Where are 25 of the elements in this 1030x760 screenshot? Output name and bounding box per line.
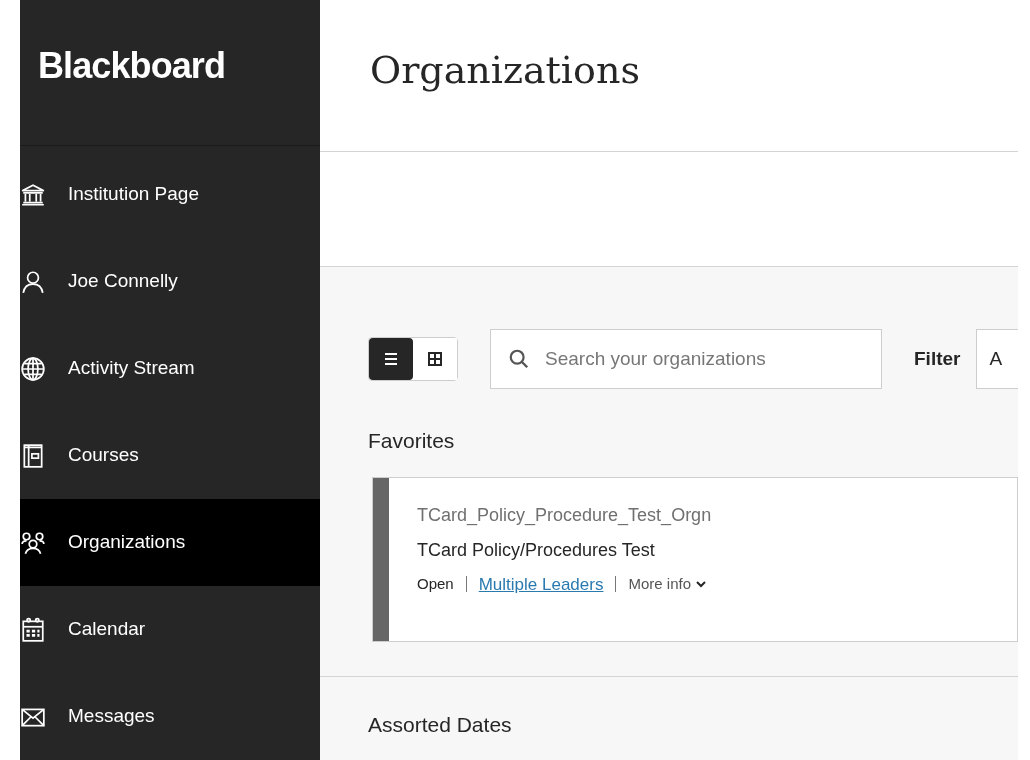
section-heading: Favorites (368, 428, 456, 454)
divider (465, 576, 467, 593)
calendar-icon (20, 616, 46, 643)
organization-id: TCard_Policy_Procedure_Test_Orgn (417, 503, 712, 528)
section-heading: Assorted Dates (368, 711, 513, 738)
more-info-button[interactable]: More info (628, 573, 707, 596)
search-field[interactable]: Search your organizations (490, 329, 882, 389)
status-text: Open (417, 574, 454, 594)
filter-label: Filter (914, 346, 961, 371)
person-icon (20, 268, 46, 295)
book-icon (20, 442, 46, 469)
organization-card[interactable]: TCard_Policy_Procedure_Test_Orgn TCard Policy/Procedures Test Open Multiple Leaders More info (372, 476, 1018, 642)
leaders-link[interactable]: Multiple Leaders (478, 571, 604, 597)
filter-dropdown[interactable]: A (976, 329, 1018, 389)
page-title: Organizations (370, 47, 640, 95)
divider (615, 576, 617, 593)
sidebar-item[interactable]: Organizations (20, 499, 320, 586)
search-icon (508, 348, 530, 370)
organization-name[interactable]: TCard Policy/Procedures Test (417, 536, 712, 564)
logo[interactable]: Blackboard (38, 38, 226, 93)
list-view-button[interactable] (369, 338, 413, 380)
people-icon (20, 529, 46, 556)
grid-icon (427, 351, 443, 367)
globe-icon (20, 355, 46, 382)
list-icon (383, 351, 399, 367)
